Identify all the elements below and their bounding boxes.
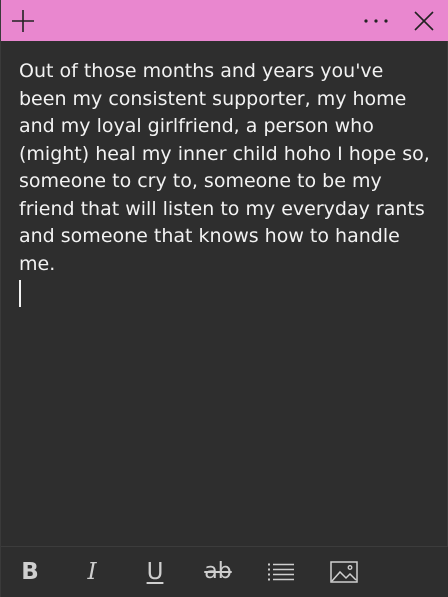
bold-label: B xyxy=(21,558,39,585)
strikethrough-button[interactable]: ab xyxy=(196,547,240,597)
ellipsis-icon xyxy=(364,18,388,23)
underline-button[interactable]: U xyxy=(133,547,177,597)
image-icon xyxy=(330,561,358,583)
bold-button[interactable]: B xyxy=(8,547,52,597)
close-icon xyxy=(414,10,434,31)
note-text: Out of those months and years you've bee… xyxy=(19,60,436,275)
strikethrough-label: ab xyxy=(204,559,232,584)
italic-button[interactable]: I xyxy=(70,547,114,597)
italic-label: I xyxy=(87,558,97,585)
note-editor[interactable]: Out of those months and years you've bee… xyxy=(1,41,448,544)
formatting-toolbar: B I U ab xyxy=(1,546,448,597)
plus-icon xyxy=(12,9,34,32)
bullet-list-icon xyxy=(268,563,294,581)
insert-image-button[interactable] xyxy=(322,547,366,597)
new-note-button[interactable] xyxy=(1,0,45,41)
close-note-button[interactable] xyxy=(401,0,447,41)
sticky-note-window: Out of those months and years you've bee… xyxy=(0,0,448,597)
underline-label: U xyxy=(146,558,164,585)
text-caret xyxy=(19,280,21,307)
bullet-list-button[interactable] xyxy=(259,547,303,597)
menu-button[interactable] xyxy=(353,0,399,41)
title-bar xyxy=(1,0,448,41)
